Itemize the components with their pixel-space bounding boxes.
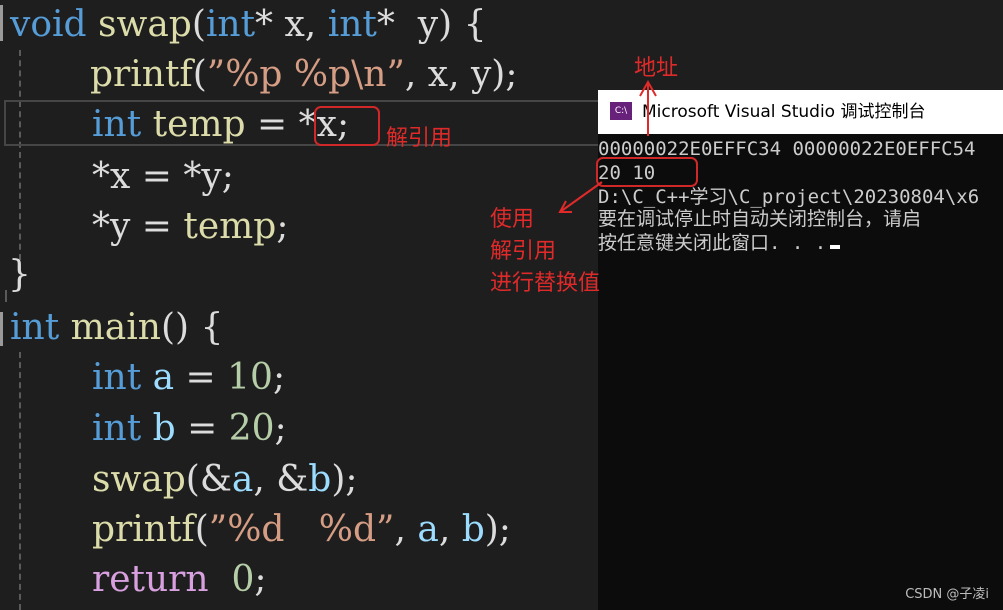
watermark: CSDN @子凌i <box>905 587 989 602</box>
arrow-line <box>559 181 603 213</box>
annotation-arrows <box>558 79 657 213</box>
